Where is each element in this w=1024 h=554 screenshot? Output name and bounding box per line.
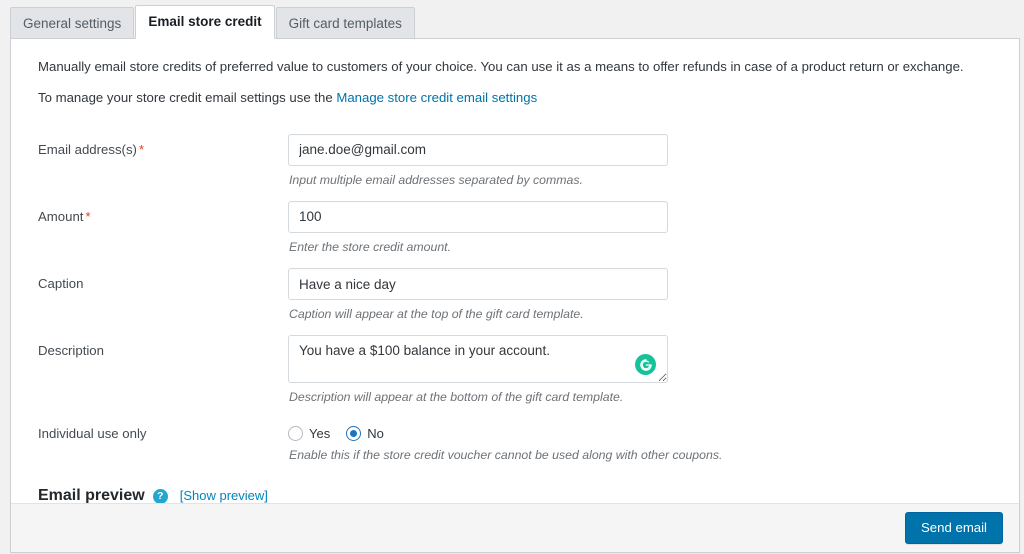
help-icon[interactable]: ?: [153, 489, 168, 504]
field-amount: Enter the store credit amount.: [288, 201, 997, 256]
field-description: You have a $100 balance in your account.…: [288, 335, 997, 406]
label-email: Email address(s)*: [33, 134, 288, 157]
description-textarea-wrapper: You have a $100 balance in your account.: [288, 335, 668, 383]
required-marker: *: [85, 209, 90, 224]
label-individual-use: Individual use only: [33, 418, 288, 441]
show-preview-link[interactable]: [Show preview]: [180, 488, 268, 503]
panel-body: Manually email store credits of preferre…: [11, 39, 1019, 519]
label-amount: Amount*: [33, 201, 288, 224]
email-store-credit-form: Email address(s)* Input multiple email a…: [33, 134, 997, 465]
radio-yes-label: Yes: [309, 426, 330, 441]
field-caption: Caption will appear at the top of the gi…: [288, 268, 997, 323]
panel-footer: Send email: [11, 503, 1019, 552]
radio-option-no[interactable]: No: [346, 426, 384, 441]
tab-label: Email store credit: [148, 15, 261, 29]
form-row-amount: Amount* Enter the store credit amount.: [33, 201, 997, 256]
amount-input[interactable]: [288, 201, 668, 233]
tab-general-settings[interactable]: General settings: [10, 7, 134, 39]
label-email-text: Email address(s): [38, 142, 137, 157]
label-amount-text: Amount: [38, 209, 83, 224]
radio-no-indicator[interactable]: [346, 426, 361, 441]
hint-email: Input multiple email addresses separated…: [289, 172, 997, 189]
hint-caption: Caption will appear at the top of the gi…: [289, 306, 997, 323]
intro-settings-prefix: To manage your store credit email settin…: [38, 90, 336, 105]
form-row-email: Email address(s)* Input multiple email a…: [33, 134, 997, 189]
tab-label: Gift card templates: [289, 17, 402, 31]
label-caption: Caption: [33, 268, 288, 291]
hint-amount: Enter the store credit amount.: [289, 239, 997, 256]
label-caption-text: Caption: [38, 276, 83, 291]
tab-gift-card-templates[interactable]: Gift card templates: [276, 7, 415, 39]
settings-tab-bar: General settings Email store credit Gift…: [0, 0, 1024, 38]
form-row-individual-use: Individual use only Yes No Enable this i: [33, 418, 997, 464]
label-individual-use-text: Individual use only: [38, 426, 147, 441]
radio-option-yes[interactable]: Yes: [288, 426, 330, 441]
form-row-description: Description You have a $100 balance in y…: [33, 335, 997, 406]
required-marker: *: [139, 142, 144, 157]
field-individual-use: Yes No Enable this if the store credit v…: [288, 418, 997, 464]
send-email-button[interactable]: Send email: [905, 512, 1003, 543]
manage-store-credit-email-settings-link[interactable]: Manage store credit email settings: [336, 90, 537, 105]
intro-description: Manually email store credits of preferre…: [38, 57, 997, 77]
label-description-text: Description: [38, 343, 104, 358]
description-textarea[interactable]: You have a $100 balance in your account.: [288, 335, 668, 383]
intro-settings-line: To manage your store credit email settin…: [38, 88, 997, 108]
radio-no-label: No: [367, 426, 384, 441]
individual-use-radio-group: Yes No: [288, 418, 997, 441]
hint-description: Description will appear at the bottom of…: [289, 389, 997, 406]
form-row-caption: Caption Caption will appear at the top o…: [33, 268, 997, 323]
tab-email-store-credit[interactable]: Email store credit: [135, 5, 274, 39]
tab-label: General settings: [23, 17, 121, 31]
email-input[interactable]: [288, 134, 668, 166]
email-store-credit-panel: Manually email store credits of preferre…: [10, 38, 1020, 553]
label-description: Description: [33, 335, 288, 358]
field-email: Input multiple email addresses separated…: [288, 134, 997, 189]
caption-input[interactable]: [288, 268, 668, 300]
radio-yes-indicator[interactable]: [288, 426, 303, 441]
email-preview-title: Email preview: [38, 487, 145, 505]
hint-individual-use: Enable this if the store credit voucher …: [289, 447, 997, 464]
